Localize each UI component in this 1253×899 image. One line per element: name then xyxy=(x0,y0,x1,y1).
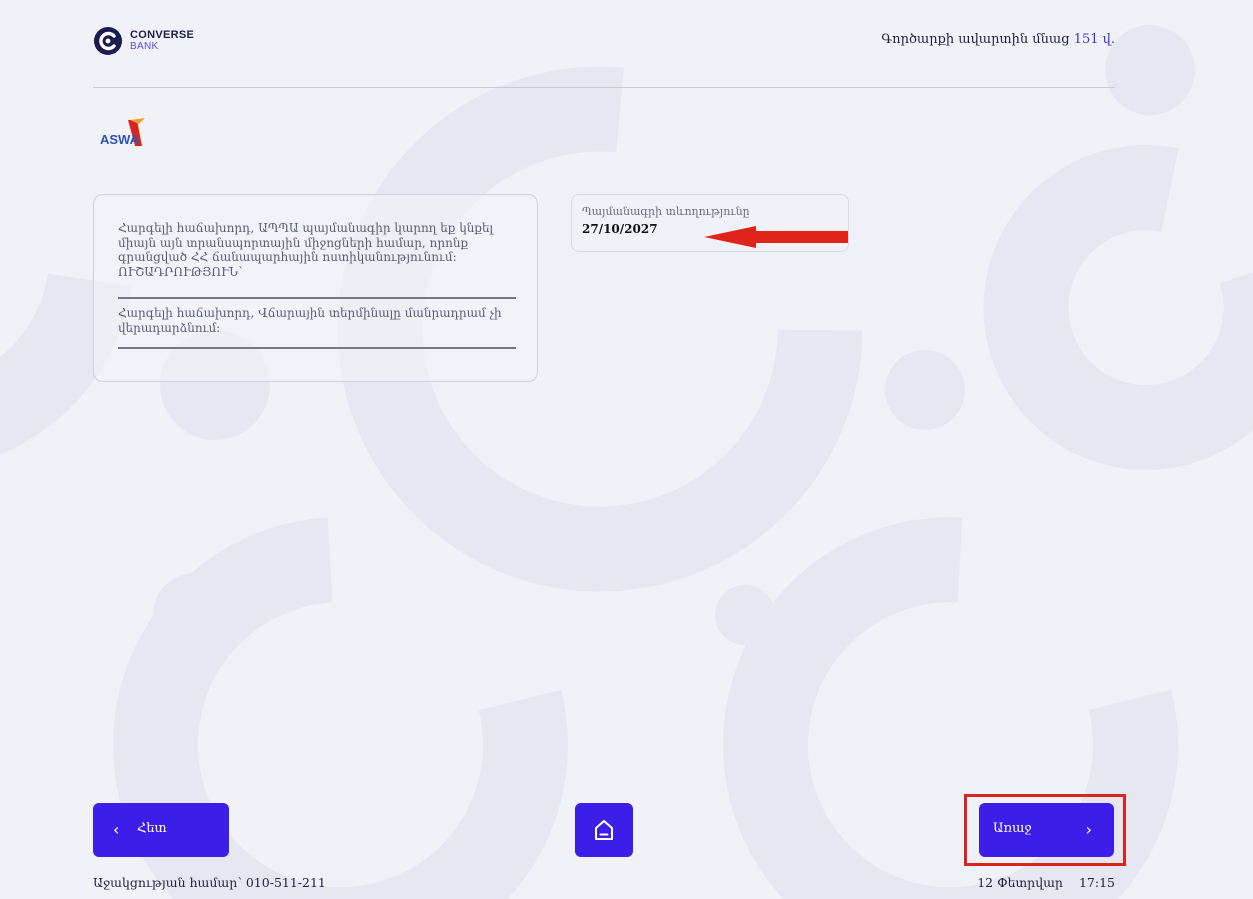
notice-divider xyxy=(118,297,516,299)
kiosk-screen: CONVERSE BANK Գործարքի ավարտին մնաց 151 … xyxy=(0,0,1253,899)
home-button[interactable] xyxy=(575,803,633,857)
header-divider xyxy=(93,87,1115,88)
back-button[interactable]: ‹ Հետ xyxy=(93,803,229,857)
red-arrow-icon xyxy=(704,226,848,248)
converse-logo-icon xyxy=(94,27,122,55)
home-icon xyxy=(595,820,613,840)
osago-notice-text: Հարգելի հաճախորդ, ԱՊՊԱ պայմանագիր կարող … xyxy=(118,221,494,279)
timer-label: Գործարքի ավարտին մնաց xyxy=(881,32,1070,47)
contract-duration-label: Պայմանագրի տևողությունը xyxy=(582,205,750,218)
logo-line1: CONVERSE xyxy=(130,29,195,41)
next-button[interactable]: Առաջ › xyxy=(979,803,1114,857)
timer-value: 151 վ. xyxy=(1073,32,1115,47)
current-time: 17:15 xyxy=(1078,875,1115,890)
chevron-right-icon: › xyxy=(1085,820,1092,839)
aswa-logo: ASWA xyxy=(100,118,145,147)
terminal-change-notice-text: Հարգելի հաճախորդ, Վճարային տերմինալը ման… xyxy=(118,306,502,335)
contract-duration-value: 27/10/2027 xyxy=(582,222,658,236)
support-phone: Աջակցության համար՝ 010-511-211 xyxy=(93,875,326,890)
converse-bank-logo: CONVERSE BANK xyxy=(93,26,194,56)
info-card: Հարգելի հաճախորդ, ԱՊՊԱ պայմանագիր կարող … xyxy=(93,194,538,382)
back-button-label: Հետ xyxy=(137,821,167,836)
logo-line2: BANK xyxy=(130,41,159,52)
chevron-left-icon: ‹ xyxy=(113,820,120,839)
next-button-label: Առաջ xyxy=(993,821,1032,836)
date-time: 12 Փետրվար 17:15 xyxy=(977,875,1115,890)
aswa-logo-text: ASWA xyxy=(100,132,140,147)
background-watermark xyxy=(0,25,1253,899)
session-timer: Գործարքի ավարտին մնաց 151 վ. xyxy=(881,32,1115,47)
current-date: 12 Փետրվար xyxy=(977,875,1063,890)
notice-divider xyxy=(118,347,516,349)
